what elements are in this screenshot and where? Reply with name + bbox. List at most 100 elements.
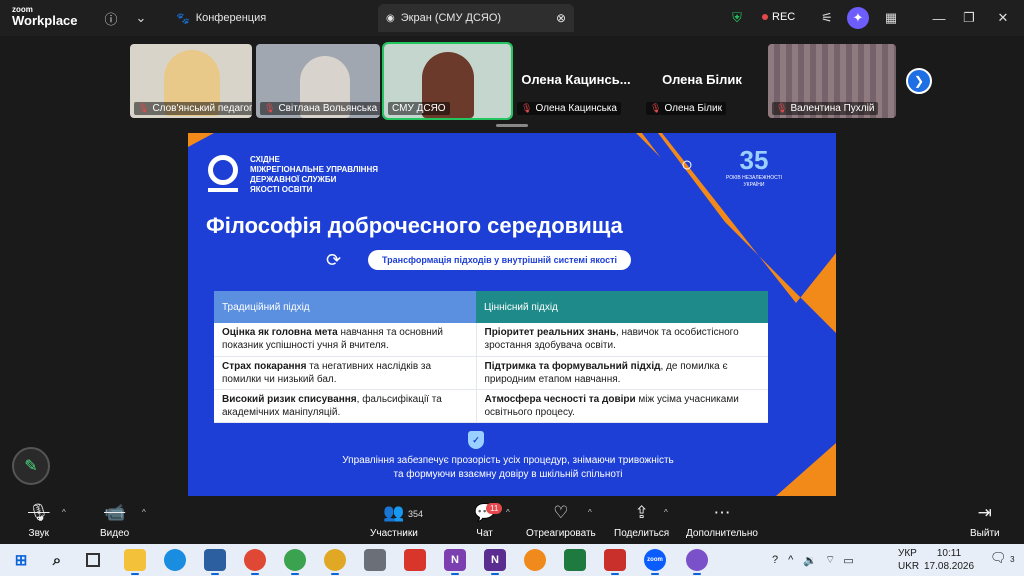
organization-name: СХІДНЕ МІЖРЕГІОНАЛЬНЕ УПРАВЛІННЯ ДЕРЖАВН… [250,155,378,194]
video-tile[interactable]: 🎙 Слов'янський педагог... [130,44,252,118]
video-button[interactable]: 📹 Видео [100,502,129,539]
mic-muted-icon: 🎙 [28,503,50,522]
table-cell: Оцінка як головна мета навчання та основ… [214,323,477,357]
participants-video-strip: 🎙 Слов'янський педагог... 🎙 Світлана Вол… [0,36,1024,130]
audio-options-chevron-icon[interactable]: ^ [62,508,66,517]
help-icon[interactable]: ? [772,554,778,566]
participant-display-name: Олена Білик [662,72,742,87]
video-tile[interactable]: Олена Білик 🎙 Олена Білик [642,44,762,118]
video-tile[interactable]: 🎙 Світлана Вольянська [256,44,380,118]
input-language[interactable]: УКР UKR [898,547,919,573]
app-window-icon[interactable] [204,549,226,575]
chevron-up-icon[interactable]: ^ [788,554,793,566]
logo-big-text: Workplace [12,13,78,28]
shared-screen-slide: СХІДНЕ МІЖРЕГІОНАЛЬНЕ УПРАВЛІННЯ ДЕРЖАВН… [188,133,836,496]
slide-subtitle-pill: Трансформація підходів у внутрішній сист… [368,250,632,270]
participant-name-tag: 🎙 Світлана Вольянська [260,102,380,115]
battery-icon[interactable]: ▭ [843,554,853,567]
restore-icon[interactable]: ❐ [960,9,978,27]
react-button[interactable]: ♡ Отреагировать [526,502,596,539]
chat-options-chevron-icon[interactable]: ^ [506,508,510,517]
clock-date: 17.08.2026 [924,561,975,572]
calculator-icon[interactable] [364,549,386,571]
participant-name-tag: СМУ ДСЯО [388,102,450,115]
table-cell: Пріоритет реальних знань, навичок та осо… [476,323,768,357]
next-page-button[interactable]: ❯ [906,68,932,94]
zoom-icon[interactable]: zoom [644,549,666,575]
more-dots-icon: ⋯ [713,503,731,522]
magic-wand-icon[interactable]: ⚟ [818,9,836,27]
excel-icon[interactable] [564,549,586,571]
people-icon: 👥 [383,503,405,522]
footer-line: та формуючи взаємну довіру в шкільній сп… [393,469,623,480]
participant-name-tag: 🎙 Слов'янський педагог... [134,102,252,115]
close-tab-icon[interactable]: ⊗ [556,11,566,25]
viber-icon[interactable] [686,549,708,575]
mic-muted-icon: 🎙 [521,103,533,113]
paint-icon[interactable] [404,549,426,571]
share-options-chevron-icon[interactable]: ^ [664,508,668,517]
file-explorer-icon[interactable] [124,549,146,575]
info-icon[interactable]: ⓘ [102,9,120,27]
leave-label: Выйти [970,528,1000,539]
participant-name-tag: 🎙 Олена Білик [646,102,726,115]
language-code: УКР [898,548,917,559]
table-header-traditional: Традиційний підхід [214,291,476,323]
more-button[interactable]: ⋯ Дополнительно [686,502,758,539]
participant-name: Слов'янський педагог... [152,103,252,114]
paint3d-icon[interactable] [524,549,546,571]
network-icon[interactable]: ⌔ [825,553,835,567]
share-button[interactable]: ⇪ Поделиться [614,502,669,539]
annotate-button[interactable]: ✎ [12,447,50,485]
cell-bold-text: Атмосфера чесності та довіри [484,393,636,405]
table-header-row: Традиційний підхід Ціннісний підхід [214,291,768,323]
heart-icon: ♡ [553,503,569,522]
recording-indicator[interactable]: REC [762,11,795,23]
onenote-icon[interactable]: N [484,549,506,575]
language-code: UKR [898,561,920,572]
pencil-icon: ✎ [24,458,38,475]
onenote-icon[interactable]: N [444,549,466,575]
speaker-icon[interactable]: 🔉 [803,554,817,567]
acrobat-icon[interactable] [604,549,626,575]
slide-title: Філософія доброчесного середовища [206,213,623,238]
strip-resize-handle[interactable] [496,124,528,127]
shield-check-icon[interactable]: ⛨ [728,9,746,27]
screen-share-avatar-icon: ◉ [386,12,395,24]
mic-muted-icon: 🎙 [138,103,150,113]
tab-screen-share[interactable]: ◉ Экран (СМУ ДСЯО) ⊗ [378,4,574,32]
table-cell: Страх покарання та негативних наслідків … [214,356,477,390]
table-cell: Підтримка та формувальний підхід, де пом… [476,356,768,390]
leave-button[interactable]: ⇥ Выйти [970,502,1000,539]
audio-button[interactable]: 🎙 Звук [28,502,50,539]
mic-muted-icon: 🎙 [776,103,788,113]
search-icon[interactable]: ⌕ [46,549,68,571]
chevron-down-icon[interactable]: ⌄ [132,9,150,27]
ai-companion-icon[interactable]: ✦ [847,7,869,29]
participant-name: СМУ ДСЯО [392,103,446,114]
chrome-icon[interactable] [284,549,306,575]
meeting-controls: 🎙 Звук ^ 📹 Видео ^ 👥 Участники 354 💬 Чат… [0,498,1024,544]
notifications-button[interactable]: 🗨 3 [990,550,1015,566]
participants-button[interactable]: 👥 Участники [370,502,418,539]
system-tray: ? ^ 🔉 ⌔ ▭ [772,544,854,576]
video-options-chevron-icon[interactable]: ^ [142,508,146,517]
chrome-icon[interactable] [244,549,266,575]
windows-start-icon[interactable]: ⊞ [10,549,32,571]
react-options-chevron-icon[interactable]: ^ [588,508,592,517]
minimize-icon[interactable]: — [930,9,948,27]
share-screen-icon: ⇪ [634,503,649,522]
close-window-icon[interactable]: ✕ [994,9,1012,27]
participant-name-tag: 🎙 Олена Кацинська [517,102,621,115]
video-tile[interactable]: Олена Кацинсь... 🎙 Олена Кацинська [513,44,639,118]
edge-browser-icon[interactable] [164,549,186,571]
video-tile-active-speaker[interactable]: СМУ ДСЯО [382,42,513,120]
taskbar-clock[interactable]: 10:11 17.08.2026 [924,547,974,573]
view-layout-icon[interactable]: ▦ [882,9,900,27]
chrome-icon[interactable] [324,549,346,575]
chat-unread-badge: 11 [486,503,503,514]
task-view-icon[interactable] [82,549,104,571]
video-tile[interactable]: 🎙 Валентина Пухлій [768,44,896,118]
emblem-number: 35 [739,145,769,175]
tab-conference[interactable]: 🐾 Конференция [168,4,274,32]
